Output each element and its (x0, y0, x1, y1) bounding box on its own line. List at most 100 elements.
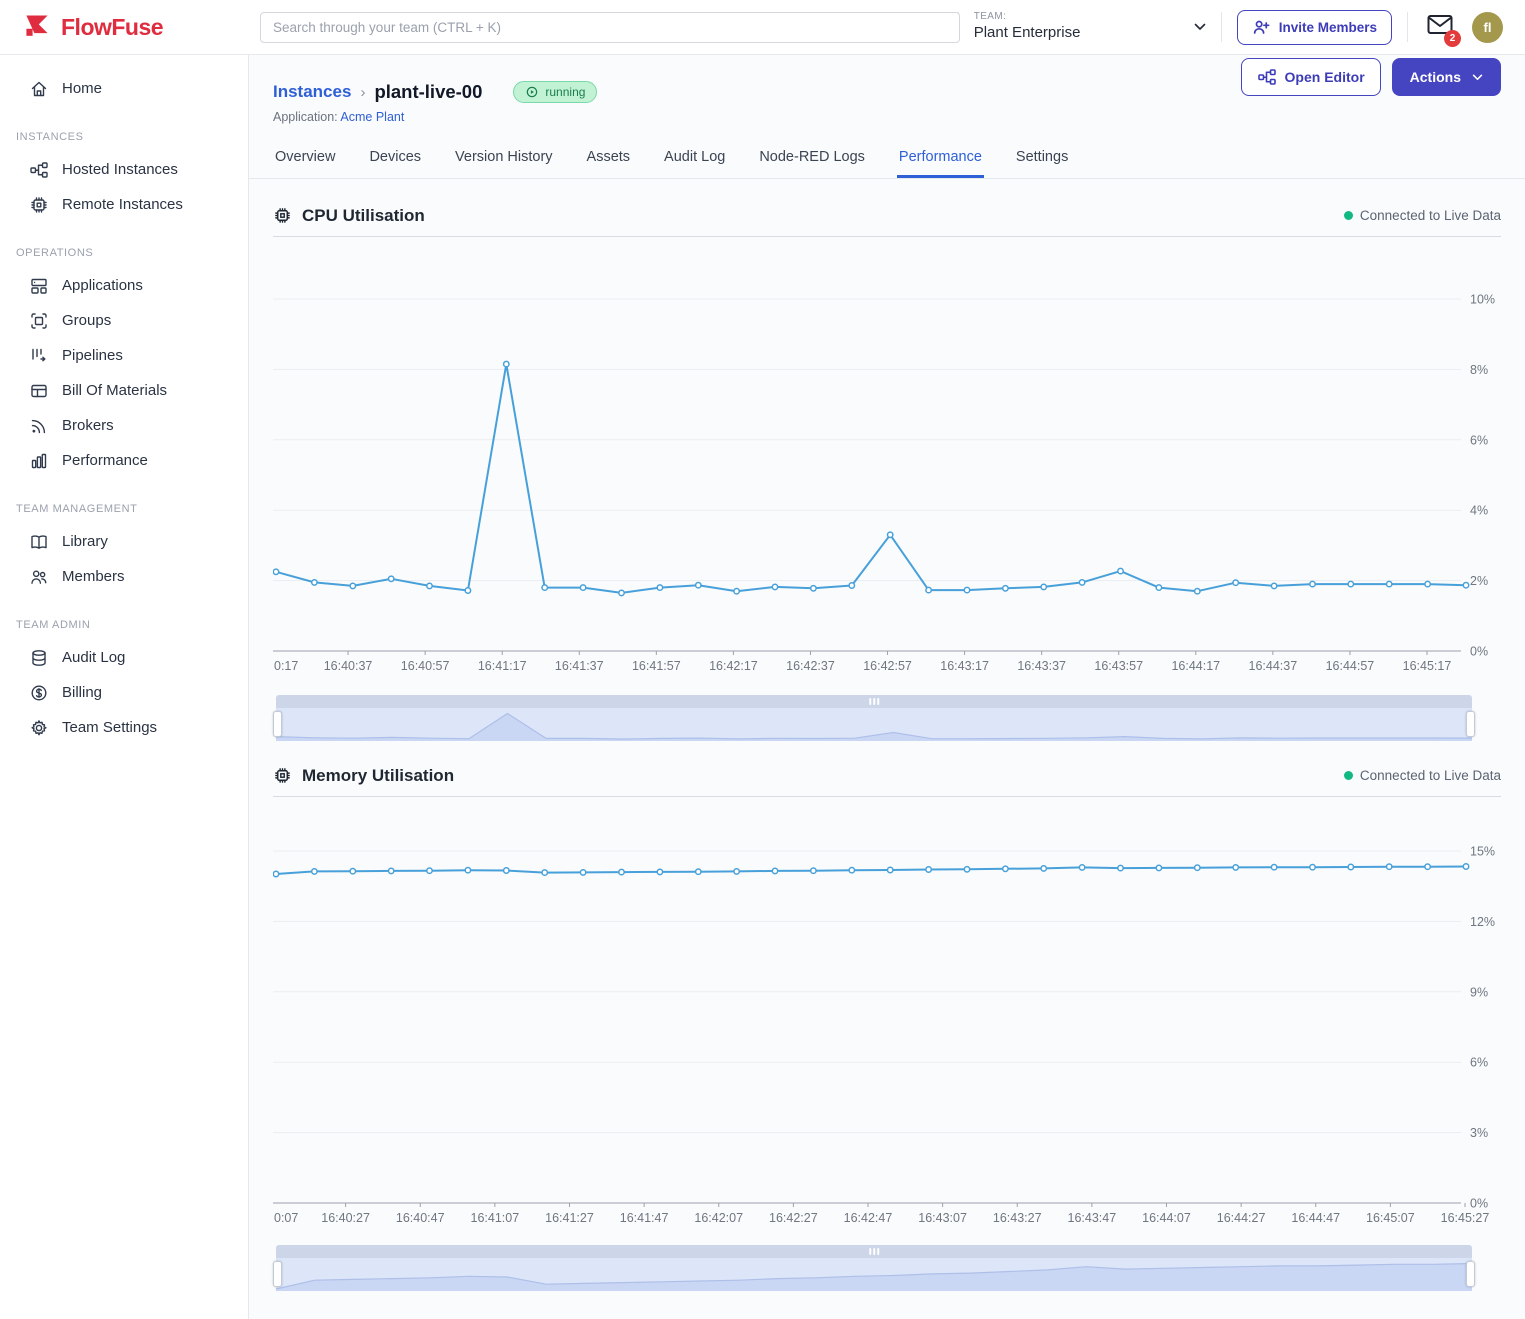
cpu-brush-handle-right[interactable] (1466, 711, 1475, 737)
bar-chart-icon (29, 451, 49, 471)
open-editor-button[interactable]: Open Editor (1241, 58, 1381, 96)
brush-grip-icon[interactable] (869, 1248, 879, 1255)
topbar-divider (1407, 12, 1408, 42)
svg-text:16:43:27: 16:43:27 (993, 1211, 1042, 1225)
actions-button[interactable]: Actions (1392, 58, 1501, 96)
flowfuse-logo-text: FlowFuse (61, 14, 163, 41)
sidebar-item-brokers[interactable]: Brokers (0, 408, 248, 443)
breadcrumb-separator: › (360, 84, 365, 101)
breadcrumb-instances-link[interactable]: Instances (273, 82, 351, 102)
sidebar-item-groups[interactable]: Groups (0, 303, 248, 338)
sidebar-section-operations: OPERATIONS (0, 247, 248, 259)
flowfuse-logo[interactable]: FlowFuse (22, 12, 163, 42)
home-icon (29, 79, 49, 99)
svg-text:16:40:27: 16:40:27 (321, 1211, 370, 1225)
chip-frame-icon (29, 311, 49, 331)
cpu-live-status: Connected to Live Data (1344, 208, 1501, 223)
chevron-down-icon (1194, 23, 1206, 31)
sidebar-item-billing[interactable]: Billing (0, 675, 248, 710)
play-circle-icon (525, 85, 539, 99)
svg-text:16:42:57: 16:42:57 (863, 659, 912, 673)
svg-text:16:45:27: 16:45:27 (1441, 1211, 1490, 1225)
invite-members-button[interactable]: Invite Members (1237, 10, 1392, 45)
team-selector[interactable]: TEAM: Plant Enterprise (974, 11, 1206, 42)
tab-performance[interactable]: Performance (897, 140, 984, 178)
sidebar-item-bill-of-materials[interactable]: Bill Of Materials (0, 373, 248, 408)
tab-devices[interactable]: Devices (367, 140, 423, 178)
sidebar-item-team-settings[interactable]: Team Settings (0, 710, 248, 745)
svg-text:16:45:07: 16:45:07 (1366, 1211, 1415, 1225)
cpu-chart-title: CPU Utilisation (273, 206, 425, 226)
cpu-chart-title-label: CPU Utilisation (302, 206, 425, 226)
svg-text:0%: 0% (1470, 1197, 1488, 1211)
svg-text:16:41:47: 16:41:47 (620, 1211, 669, 1225)
rss-icon (29, 416, 49, 436)
memory-brush-handle-right[interactable] (1466, 1261, 1475, 1287)
memory-brush-handle-left[interactable] (273, 1261, 282, 1287)
svg-text:0:07: 0:07 (274, 1211, 298, 1225)
memory-brush-track[interactable] (276, 1245, 1472, 1258)
svg-text:16:43:37: 16:43:37 (1017, 659, 1066, 673)
cpu-chart-range-selector[interactable] (276, 695, 1472, 741)
sidebar-item-library[interactable]: Library (0, 524, 248, 559)
gear-icon (29, 718, 49, 738)
svg-text:16:41:37: 16:41:37 (555, 659, 604, 673)
tab-version-history[interactable]: Version History (453, 140, 555, 178)
search-input[interactable] (260, 12, 960, 43)
sidebar-item-label: Brokers (62, 417, 114, 434)
svg-text:4%: 4% (1470, 504, 1488, 518)
svg-text:16:43:57: 16:43:57 (1094, 659, 1143, 673)
tab-settings[interactable]: Settings (1014, 140, 1070, 178)
svg-text:16:45:17: 16:45:17 (1403, 659, 1452, 673)
svg-text:8%: 8% (1470, 363, 1488, 377)
tab-overview[interactable]: Overview (273, 140, 337, 178)
tab-node-red-logs[interactable]: Node-RED Logs (757, 140, 867, 178)
brush-grip-icon[interactable] (869, 698, 879, 705)
memory-brush-preview[interactable] (276, 1258, 1472, 1291)
memory-chart-range-selector[interactable] (276, 1245, 1472, 1291)
svg-text:16:40:47: 16:40:47 (396, 1211, 445, 1225)
cpu-brush-preview[interactable] (276, 708, 1472, 741)
flowfuse-logo-icon (22, 12, 52, 42)
notifications-button[interactable]: 2 (1427, 14, 1453, 40)
sidebar-item-performance[interactable]: Performance (0, 443, 248, 478)
table-card-icon (29, 381, 49, 401)
chip-icon (273, 766, 292, 785)
sidebar-item-audit-log[interactable]: Audit Log (0, 640, 248, 675)
book-open-icon (29, 532, 49, 552)
svg-text:16:43:47: 16:43:47 (1068, 1211, 1117, 1225)
svg-text:10%: 10% (1470, 293, 1495, 307)
team-label: TEAM: (974, 11, 1081, 24)
svg-text:6%: 6% (1470, 1056, 1488, 1070)
svg-text:16:42:37: 16:42:37 (786, 659, 835, 673)
sidebar-section-team-admin: TEAM ADMIN (0, 619, 248, 631)
sidebar-item-remote-instances[interactable]: Remote Instances (0, 187, 248, 222)
sidebar-item-hosted-instances[interactable]: Hosted Instances (0, 152, 248, 187)
sidebar-item-home[interactable]: Home (0, 71, 248, 106)
sidebar-item-label: Hosted Instances (62, 161, 178, 178)
svg-text:16:42:07: 16:42:07 (694, 1211, 743, 1225)
tab-audit-log[interactable]: Audit Log (662, 140, 727, 178)
memory-chart-title-label: Memory Utilisation (302, 766, 454, 786)
memory-live-status: Connected to Live Data (1344, 768, 1501, 783)
application-row: Application: Acme Plant (273, 110, 1501, 124)
live-dot-icon (1344, 211, 1353, 220)
cpu-brush-handle-left[interactable] (273, 711, 282, 737)
sidebar-item-pipelines[interactable]: Pipelines (0, 338, 248, 373)
svg-text:16:41:17: 16:41:17 (478, 659, 527, 673)
application-link[interactable]: Acme Plant (340, 110, 404, 124)
tab-assets[interactable]: Assets (585, 140, 633, 178)
status-badge: running (513, 81, 597, 103)
open-editor-label: Open Editor (1285, 69, 1365, 85)
sidebar-item-members[interactable]: Members (0, 559, 248, 594)
sidebar-item-applications[interactable]: Applications (0, 268, 248, 303)
avatar[interactable]: fl (1472, 12, 1503, 43)
instance-header: Instances › plant-live-00 running Applic… (249, 55, 1525, 179)
cpu-brush-track[interactable] (276, 695, 1472, 708)
sidebar-item-label: Pipelines (62, 347, 123, 364)
sidebar-item-label: Billing (62, 684, 102, 701)
sidebar-section-team-management: TEAM MANAGEMENT (0, 503, 248, 515)
topbar-divider (1221, 12, 1222, 42)
svg-text:16:43:07: 16:43:07 (918, 1211, 967, 1225)
instance-tabs: Overview Devices Version History Assets Audi… (249, 140, 1525, 179)
